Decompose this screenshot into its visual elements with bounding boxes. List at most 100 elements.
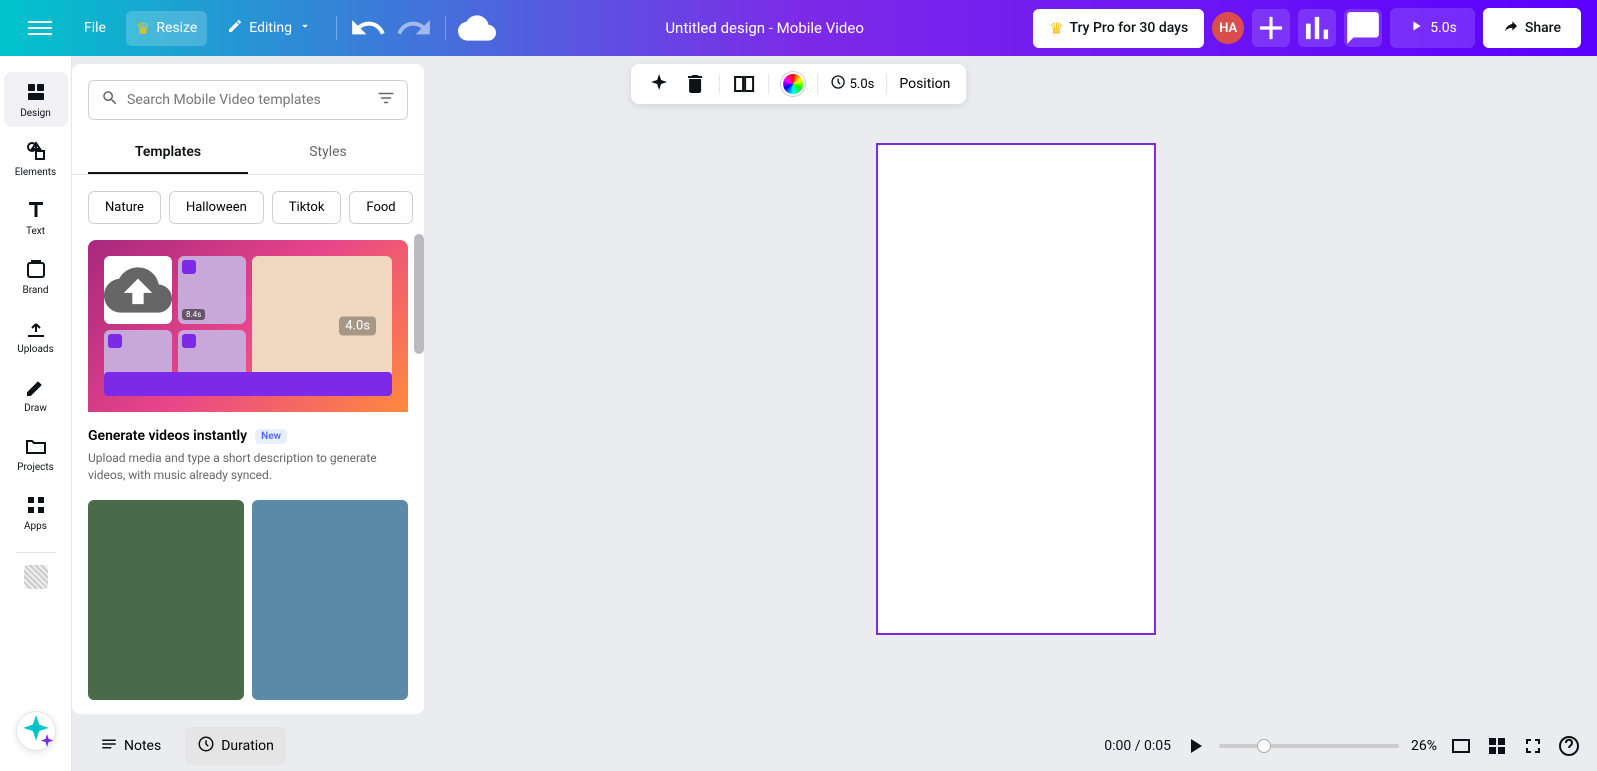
search-input[interactable] — [127, 92, 369, 108]
divider — [16, 552, 56, 553]
sidebar-item-label: Elements — [15, 167, 56, 178]
template-card-paris[interactable] — [252, 500, 408, 700]
check-icon — [108, 334, 122, 348]
sidebar-item-design[interactable]: Design — [4, 72, 68, 127]
play-button[interactable] — [1183, 734, 1207, 758]
check-icon — [182, 334, 196, 348]
grid-view-button[interactable] — [1485, 734, 1509, 758]
design-icon — [24, 80, 48, 104]
chip-food[interactable]: Food — [349, 191, 412, 224]
chip-nature[interactable]: Nature — [88, 191, 161, 224]
sidebar-addon[interactable] — [24, 565, 48, 589]
generate-preview: 7.0s 8.4s 15.0s 4.0s — [88, 240, 408, 412]
comment-button[interactable] — [1344, 9, 1382, 47]
sidebar-item-text[interactable]: Text — [4, 190, 68, 245]
chip-tiktok[interactable]: Tiktok — [272, 191, 342, 224]
hamburger-icon — [28, 16, 52, 40]
file-menu[interactable]: File — [72, 12, 118, 44]
fullscreen-button[interactable] — [1521, 734, 1545, 758]
generate-description: Upload media and type a short descriptio… — [88, 450, 408, 484]
divider — [336, 16, 337, 40]
cloud-sync-button[interactable] — [458, 9, 496, 47]
sidebar-item-label: Text — [26, 226, 45, 237]
canvas-area — [435, 56, 1597, 721]
brand-icon — [24, 257, 48, 281]
tab-templates[interactable]: Templates — [88, 132, 248, 174]
undo-button[interactable] — [349, 9, 387, 47]
text-icon — [24, 198, 48, 222]
resize-label: Resize — [156, 20, 197, 36]
generate-title: Generate videos instantly — [88, 428, 247, 444]
upload-tile — [104, 256, 172, 324]
side-nav: Design Elements Text Brand Uploads Draw … — [0, 56, 72, 771]
crown-icon: ♛ — [1049, 19, 1063, 38]
time-display: 0:00 / 0:05 — [1104, 738, 1171, 754]
generate-videos-card[interactable]: 7.0s 8.4s 15.0s 4.0s — [88, 240, 408, 484]
panel-tabs: Templates Styles — [72, 132, 424, 175]
design-canvas[interactable] — [876, 143, 1156, 635]
crown-icon: ♛ — [136, 19, 150, 38]
redo-button[interactable] — [395, 9, 433, 47]
apps-icon — [24, 493, 48, 517]
media-tile: 8.4s — [178, 256, 246, 324]
analytics-button[interactable] — [1298, 9, 1336, 47]
notes-button[interactable]: Notes — [88, 727, 173, 765]
notes-icon — [100, 735, 118, 757]
notes-label: Notes — [124, 738, 161, 754]
draw-icon — [24, 375, 48, 399]
sidebar-item-projects[interactable]: Projects — [4, 426, 68, 481]
editing-mode-dropdown[interactable]: Editing — [215, 10, 324, 46]
add-member-button[interactable] — [1252, 9, 1290, 47]
sidebar-item-label: Uploads — [17, 344, 53, 355]
magic-button[interactable] — [16, 711, 56, 751]
search-box[interactable] — [88, 80, 408, 120]
play-preview-button[interactable]: 5.0s — [1390, 8, 1475, 48]
editing-label: Editing — [249, 20, 292, 36]
zoom-thumb[interactable] — [1257, 739, 1271, 753]
play-icon — [1408, 18, 1424, 38]
divider — [445, 16, 446, 40]
duration-badge: 8.4s — [182, 309, 205, 320]
new-badge: New — [255, 429, 287, 444]
template-card-golf[interactable] — [88, 500, 244, 700]
clock-icon — [197, 735, 215, 757]
sidebar-item-label: Design — [20, 108, 51, 119]
elements-icon — [24, 139, 48, 163]
sidebar-item-apps[interactable]: Apps — [4, 485, 68, 540]
share-button[interactable]: Share — [1483, 8, 1581, 48]
play-time: 5.0s — [1430, 20, 1457, 36]
sidebar-item-elements[interactable]: Elements — [4, 131, 68, 186]
filter-icon[interactable] — [377, 89, 395, 111]
chevron-down-icon — [298, 19, 312, 37]
resize-button[interactable]: ♛ Resize — [126, 11, 207, 46]
sidebar-item-brand[interactable]: Brand — [4, 249, 68, 304]
share-label: Share — [1525, 20, 1561, 36]
check-icon — [182, 260, 196, 274]
category-chips: Nature Halloween Tiktok Food — [72, 175, 424, 240]
duration-button[interactable]: Duration — [185, 727, 286, 765]
sidebar-item-label: Draw — [24, 403, 47, 414]
pencil-icon — [227, 18, 243, 38]
zoom-slider[interactable] — [1219, 744, 1399, 748]
sidebar-item-draw[interactable]: Draw — [4, 367, 68, 422]
scrollbar[interactable] — [414, 234, 424, 354]
tab-styles[interactable]: Styles — [248, 132, 408, 174]
footer-bar: Notes Duration 0:00 / 0:05 26% — [72, 721, 1597, 771]
user-avatar[interactable]: HA — [1212, 12, 1244, 44]
hamburger-menu[interactable] — [16, 8, 64, 48]
sidebar-item-label: Apps — [24, 521, 47, 532]
share-icon — [1503, 18, 1519, 38]
chip-halloween[interactable]: Halloween — [169, 191, 264, 224]
projects-icon — [24, 434, 48, 458]
zoom-percentage[interactable]: 26% — [1411, 738, 1437, 754]
sidebar-item-label: Brand — [22, 285, 48, 296]
help-button[interactable] — [1557, 734, 1581, 758]
duration-label: Duration — [221, 738, 274, 754]
search-icon — [101, 89, 119, 111]
templates-panel: Templates Styles Nature Halloween Tiktok… — [72, 64, 424, 714]
try-pro-button[interactable]: ♛ Try Pro for 30 days — [1033, 9, 1204, 48]
document-title[interactable]: Untitled design - Mobile Video — [504, 19, 1025, 37]
sidebar-item-uploads[interactable]: Uploads — [4, 308, 68, 363]
clip-time: 4.0s — [339, 317, 376, 336]
view-pages-button[interactable] — [1449, 734, 1473, 758]
